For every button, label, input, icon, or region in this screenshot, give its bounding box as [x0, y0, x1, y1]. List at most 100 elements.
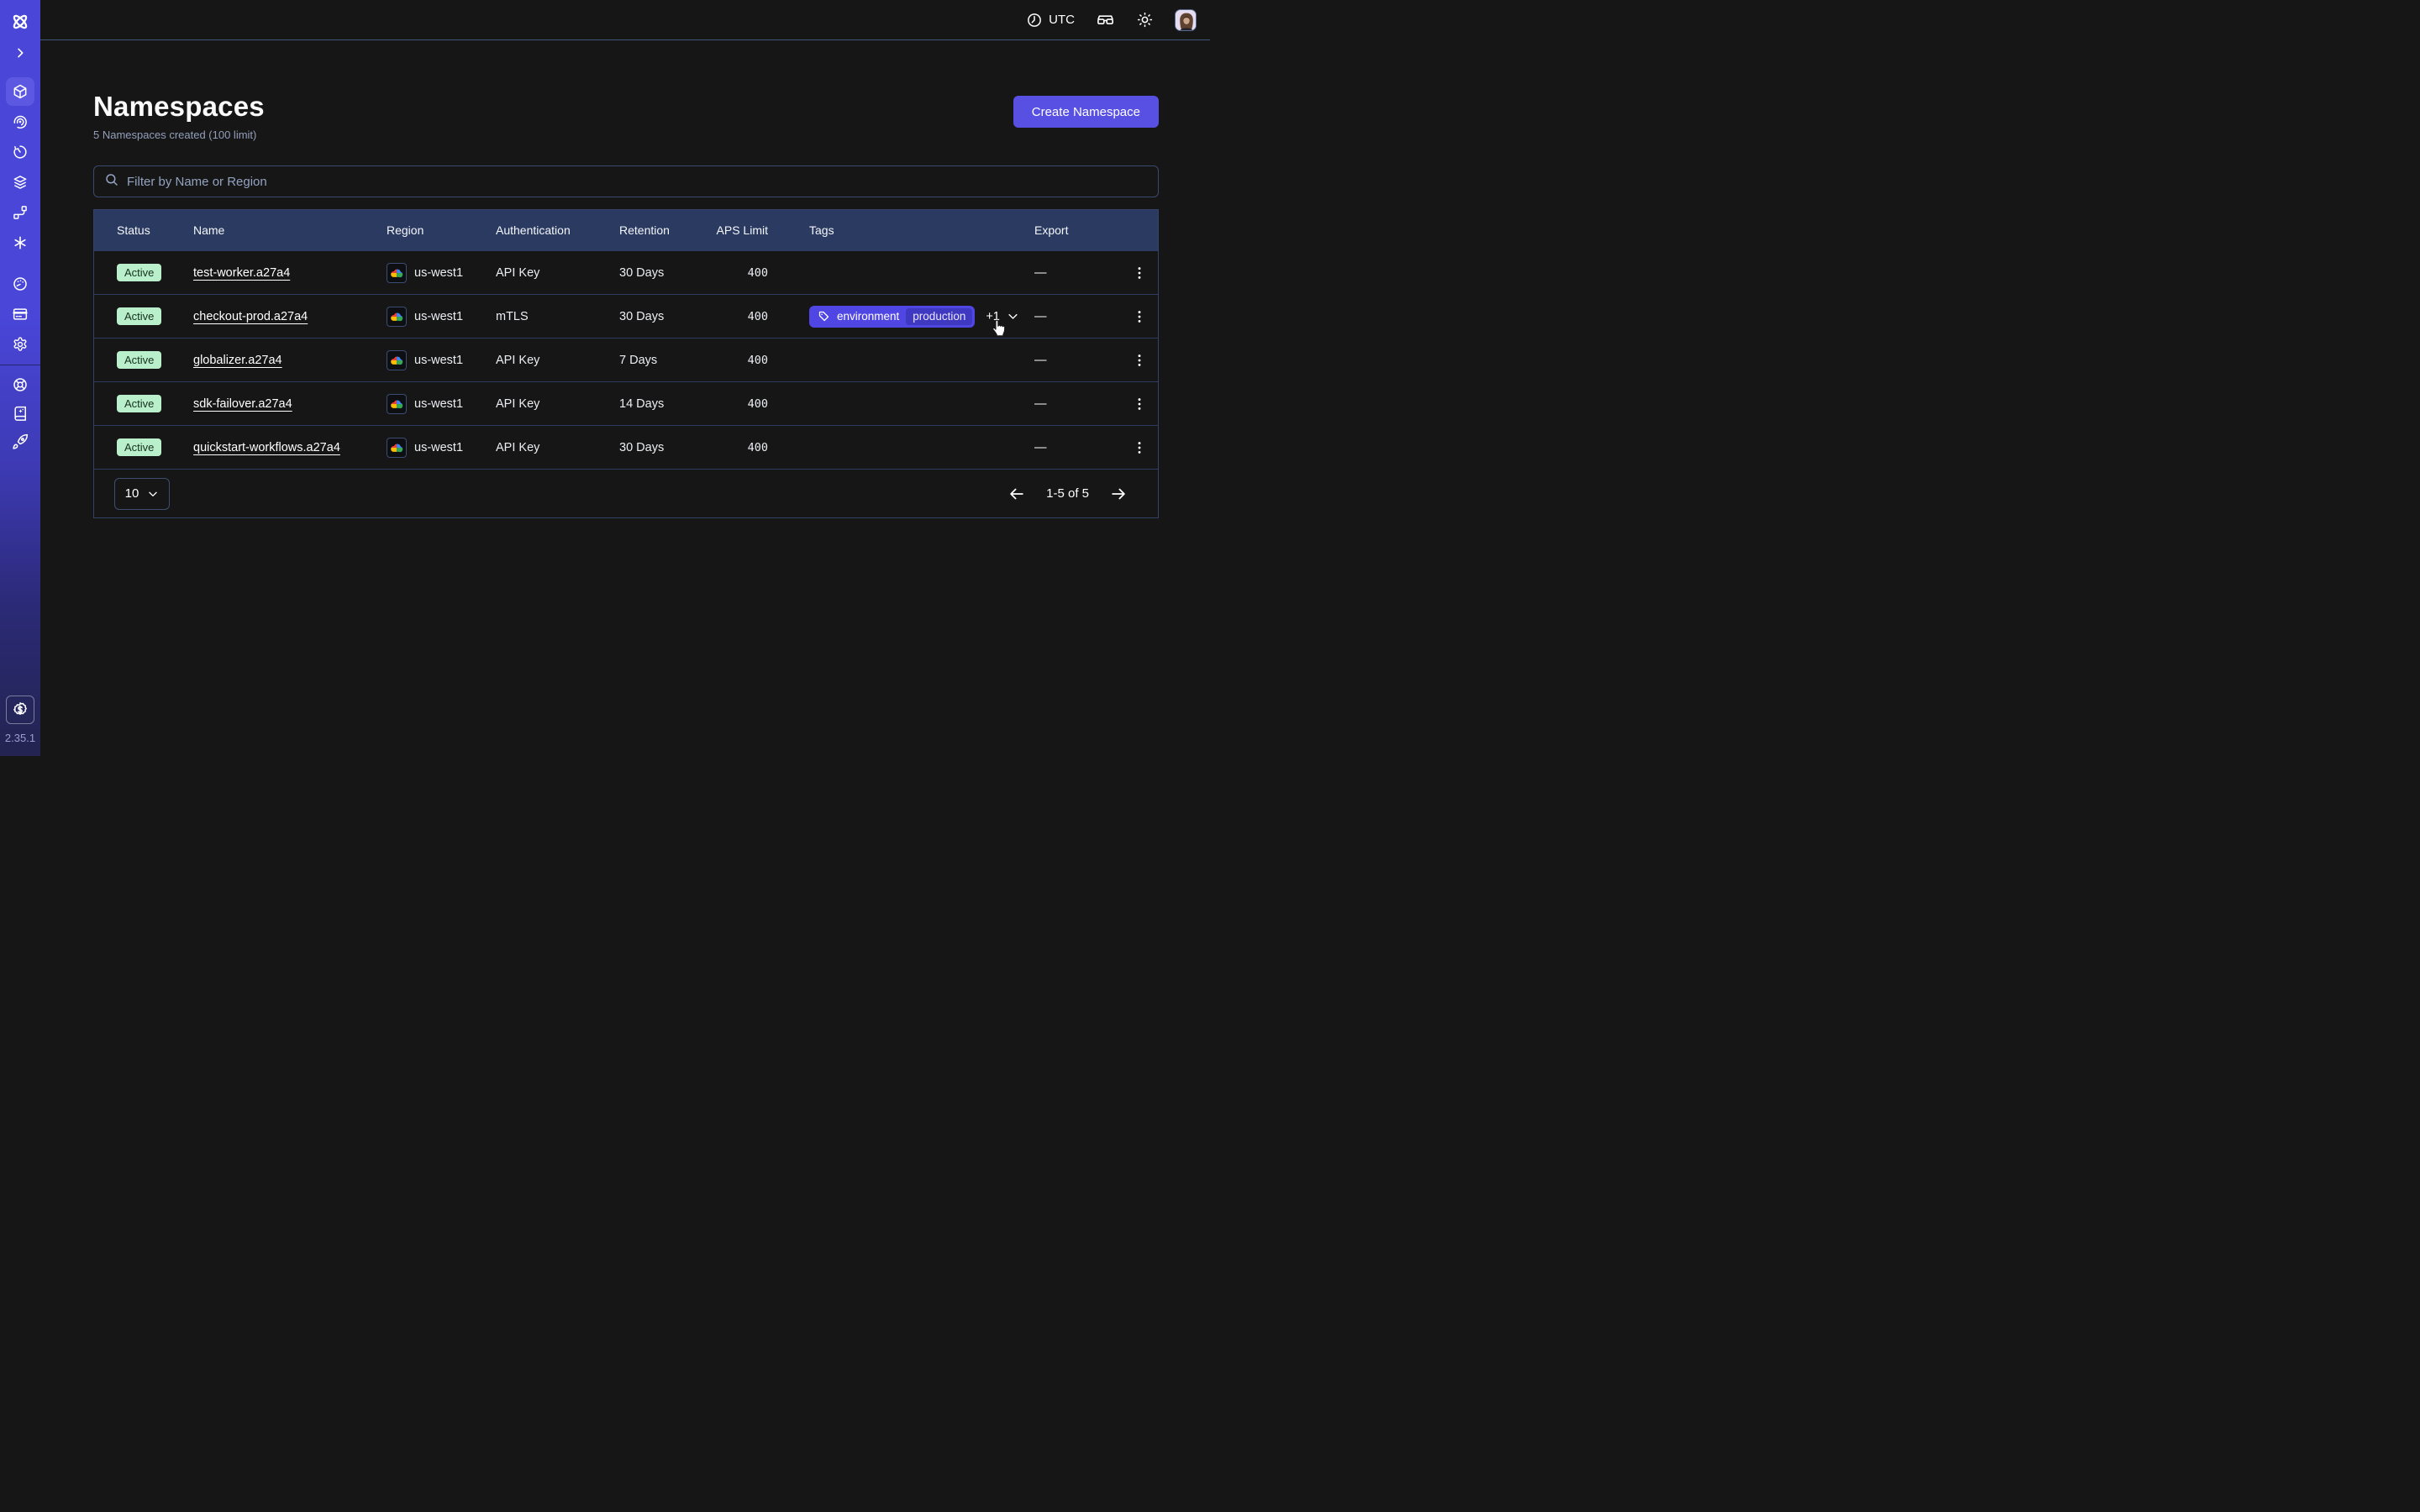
- status-badge: Active: [117, 307, 161, 325]
- glasses-icon[interactable]: [1096, 10, 1115, 29]
- previous-page-arrow-icon[interactable]: [1007, 485, 1026, 503]
- auth-method: mTLS: [496, 310, 619, 323]
- col-header-authentication: Authentication: [496, 223, 619, 237]
- export-value: —: [1034, 310, 1121, 323]
- col-header-aps-limit: APS Limit: [716, 223, 768, 237]
- gcp-cloud-icon: [387, 350, 407, 370]
- sidebar-nav-primary: [6, 77, 34, 257]
- chevron-down-icon: [1007, 310, 1019, 323]
- page-content: Namespaces 5 Namespaces created (100 lim…: [40, 40, 1210, 518]
- region-label: us-west1: [414, 266, 463, 280]
- gcp-cloud-icon: [387, 438, 407, 458]
- row-menu-kebab-icon[interactable]: [1128, 261, 1151, 285]
- timezone-selector[interactable]: UTC: [1026, 12, 1075, 29]
- auth-method: API Key: [496, 441, 619, 454]
- table-row: Active quickstart-workflows.a27a4 us-wes…: [94, 425, 1158, 469]
- export-value: —: [1034, 397, 1121, 411]
- region-label: us-west1: [414, 354, 463, 367]
- aps-limit-value: 400: [716, 354, 768, 367]
- create-namespace-button[interactable]: Create Namespace: [1013, 96, 1159, 128]
- table-footer: 10 1-5 of 5: [94, 469, 1158, 517]
- tags-cell: environment production +1: [768, 306, 1034, 328]
- status-badge: Active: [117, 351, 161, 369]
- row-menu-kebab-icon[interactable]: [1128, 436, 1151, 459]
- plan-coin-badge-button[interactable]: [6, 696, 34, 724]
- pagination: 1-5 of 5: [1007, 485, 1128, 503]
- page-size-select[interactable]: 10: [114, 478, 170, 510]
- sidebar-item-layers-icon[interactable]: [6, 168, 34, 197]
- temporal-logo-icon[interactable]: [9, 11, 31, 33]
- app-root: 2.35.1 UTC Namespaces: [0, 0, 1210, 756]
- auth-method: API Key: [496, 354, 619, 367]
- namespace-link[interactable]: globalizer.a27a4: [193, 354, 282, 367]
- region-label: us-west1: [414, 441, 463, 454]
- table-row: Active checkout-prod.a27a4 us-west1 mTLS…: [94, 294, 1158, 338]
- namespace-link[interactable]: sdk-failover.a27a4: [193, 397, 292, 411]
- sidebar-item-credit-card-icon[interactable]: [6, 300, 34, 328]
- table-row: Active test-worker.a27a4 us-west1 API Ke…: [94, 250, 1158, 294]
- next-page-arrow-icon[interactable]: [1109, 485, 1128, 503]
- namespace-link[interactable]: quickstart-workflows.a27a4: [193, 441, 340, 454]
- sidebar-nav-help: [6, 370, 34, 456]
- auth-method: API Key: [496, 266, 619, 280]
- retention-value: 30 Days: [619, 441, 716, 454]
- export-value: —: [1034, 354, 1121, 367]
- export-value: —: [1034, 266, 1121, 280]
- table-row: Active sdk-failover.a27a4 us-west1 API K…: [94, 381, 1158, 425]
- region-label: us-west1: [414, 397, 463, 411]
- pagination-range: 1-5 of 5: [1046, 486, 1089, 501]
- col-header-status: Status: [117, 223, 193, 237]
- sidebar-item-rocket-icon[interactable]: [6, 428, 34, 456]
- sidebar-item-namespaces-cube-icon[interactable]: [6, 77, 34, 106]
- filter-input[interactable]: [127, 175, 1148, 189]
- page-size-value: 10: [125, 486, 139, 501]
- sidebar-item-gauge-icon[interactable]: [6, 270, 34, 298]
- aps-limit-value: 400: [716, 310, 768, 323]
- aps-limit-value: 400: [716, 397, 768, 411]
- namespaces-table: Status Name Region Authentication Retent…: [93, 209, 1159, 518]
- tag-key: environment: [837, 310, 899, 323]
- region-label: us-west1: [414, 310, 463, 323]
- sidebar-item-life-ring-icon[interactable]: [6, 370, 34, 399]
- gcp-cloud-icon: [387, 263, 407, 283]
- sidebar-expand-chevron-right-icon[interactable]: [10, 43, 30, 63]
- row-menu-kebab-icon[interactable]: [1128, 392, 1151, 416]
- page-subtitle: 5 Namespaces created (100 limit): [93, 129, 265, 141]
- app-version: 2.35.1: [5, 732, 35, 744]
- page-header: Namespaces 5 Namespaces created (100 lim…: [93, 91, 1159, 141]
- gcp-cloud-icon: [387, 394, 407, 414]
- timezone-label: UTC: [1049, 13, 1075, 27]
- retention-value: 14 Days: [619, 397, 716, 411]
- status-badge: Active: [117, 438, 161, 456]
- sidebar-item-timer-icon[interactable]: [6, 138, 34, 166]
- namespace-link[interactable]: test-worker.a27a4: [193, 266, 290, 280]
- col-header-region: Region: [387, 223, 496, 237]
- main-area: UTC Namespaces 5 Namespaces created (100…: [40, 0, 1210, 756]
- sidebar-item-radar-icon[interactable]: [6, 108, 34, 136]
- sidebar-item-book-sparkle-icon[interactable]: [6, 399, 34, 428]
- col-header-tags: Tags: [768, 223, 1034, 237]
- page-title: Namespaces: [93, 91, 265, 123]
- table-header-row: Status Name Region Authentication Retent…: [94, 210, 1158, 250]
- tags-expand[interactable]: +1: [986, 310, 1019, 323]
- row-menu-kebab-icon[interactable]: [1128, 305, 1151, 328]
- sun-icon[interactable]: [1136, 11, 1154, 29]
- sidebar-item-gear-icon[interactable]: [6, 330, 34, 359]
- retention-value: 30 Days: [619, 310, 716, 323]
- row-menu-kebab-icon[interactable]: [1128, 349, 1151, 372]
- export-value: —: [1034, 441, 1121, 454]
- user-avatar[interactable]: [1175, 9, 1197, 31]
- sidebar-item-asterisk-icon[interactable]: [6, 228, 34, 257]
- status-badge: Active: [117, 264, 161, 281]
- aps-limit-value: 400: [716, 266, 768, 280]
- table-row: Active globalizer.a27a4 us-west1 API Key…: [94, 338, 1158, 381]
- tag-chip[interactable]: environment production: [809, 306, 975, 328]
- sidebar-item-branch-icon[interactable]: [6, 198, 34, 227]
- search-icon: [104, 172, 119, 192]
- retention-value: 30 Days: [619, 266, 716, 280]
- topbar: UTC: [40, 0, 1210, 40]
- status-badge: Active: [117, 395, 161, 412]
- namespace-link[interactable]: checkout-prod.a27a4: [193, 310, 308, 323]
- col-header-name: Name: [193, 223, 387, 237]
- chevron-down-icon: [147, 488, 159, 500]
